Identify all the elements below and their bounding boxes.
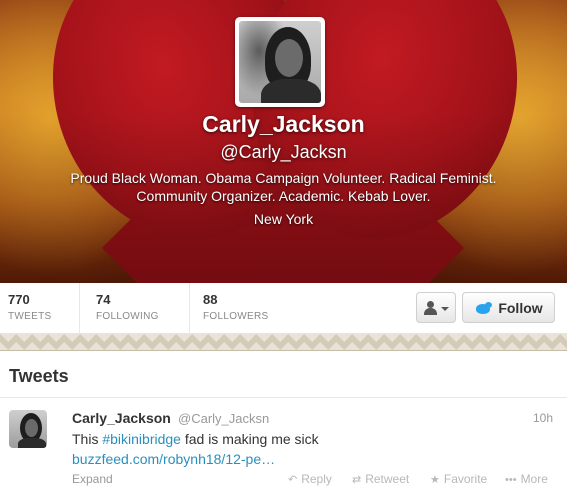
tweet-timestamp[interactable]: 10h xyxy=(533,411,553,425)
stat-value: 88 xyxy=(203,292,218,307)
twitter-bird-icon xyxy=(474,301,493,315)
reply-icon: ↶ xyxy=(288,474,298,486)
tweet-url-link[interactable]: buzzfeed.com/robynh18/12-pe… xyxy=(72,451,275,467)
stat-value: 74 xyxy=(96,292,111,307)
more-action[interactable]: ••• More xyxy=(505,472,548,486)
tweets-title: Tweets xyxy=(9,366,69,386)
profile-bio: Proud Black Woman. Obama Campaign Volunt… xyxy=(70,170,497,204)
tweet-author-name[interactable]: Carly_Jackson xyxy=(72,410,171,426)
tweets-section-header: Tweets xyxy=(0,352,567,398)
profile-header: Carly_Jackson @Carly_Jacksn Proud Black … xyxy=(0,0,567,283)
retweet-action[interactable]: ⇄ Retweet xyxy=(352,472,409,486)
stat-label: TWEETS xyxy=(8,311,52,322)
profile-location: New York xyxy=(253,211,314,227)
expand-link[interactable]: Expand xyxy=(72,472,113,486)
stat-value: 770 xyxy=(8,292,30,307)
retweet-icon: ⇄ xyxy=(352,474,362,486)
tweet-avatar[interactable] xyxy=(9,410,47,448)
zigzag-divider xyxy=(0,334,567,351)
profile-name[interactable]: Carly_Jackson xyxy=(0,111,567,138)
follow-button-label: Follow xyxy=(498,299,543,316)
follow-button[interactable]: Follow xyxy=(462,292,555,323)
stat-label: FOLLOWERS xyxy=(203,311,269,322)
chevron-down-icon xyxy=(441,307,449,311)
profile-handle: @Carly_Jacksn xyxy=(220,142,347,162)
tweet-text: This #bikinibridge fad is making me sick xyxy=(72,431,319,447)
tweet-author-handle[interactable]: @Carly_Jacksn xyxy=(178,411,269,426)
star-icon: ★ xyxy=(430,474,440,486)
user-icon xyxy=(423,300,437,315)
stat-followers[interactable]: 88 FOLLOWERS xyxy=(195,283,305,334)
favorite-action[interactable]: ★ Favorite xyxy=(430,472,487,486)
tweet-item[interactable]: Carly_Jackson @Carly_Jacksn 10h This #bi… xyxy=(0,399,567,495)
user-actions-dropdown-button[interactable] xyxy=(416,292,456,323)
profile-avatar[interactable] xyxy=(235,17,325,107)
stat-tweets[interactable]: 770 TWEETS xyxy=(0,283,80,334)
reply-action[interactable]: ↶ Reply xyxy=(288,472,332,486)
stat-label: FOLLOWING xyxy=(96,311,159,322)
avatar-image xyxy=(239,21,321,103)
hashtag-link[interactable]: #bikinibridge xyxy=(102,431,181,447)
stat-following[interactable]: 74 FOLLOWING xyxy=(88,283,190,334)
more-dots-icon: ••• xyxy=(505,474,517,486)
